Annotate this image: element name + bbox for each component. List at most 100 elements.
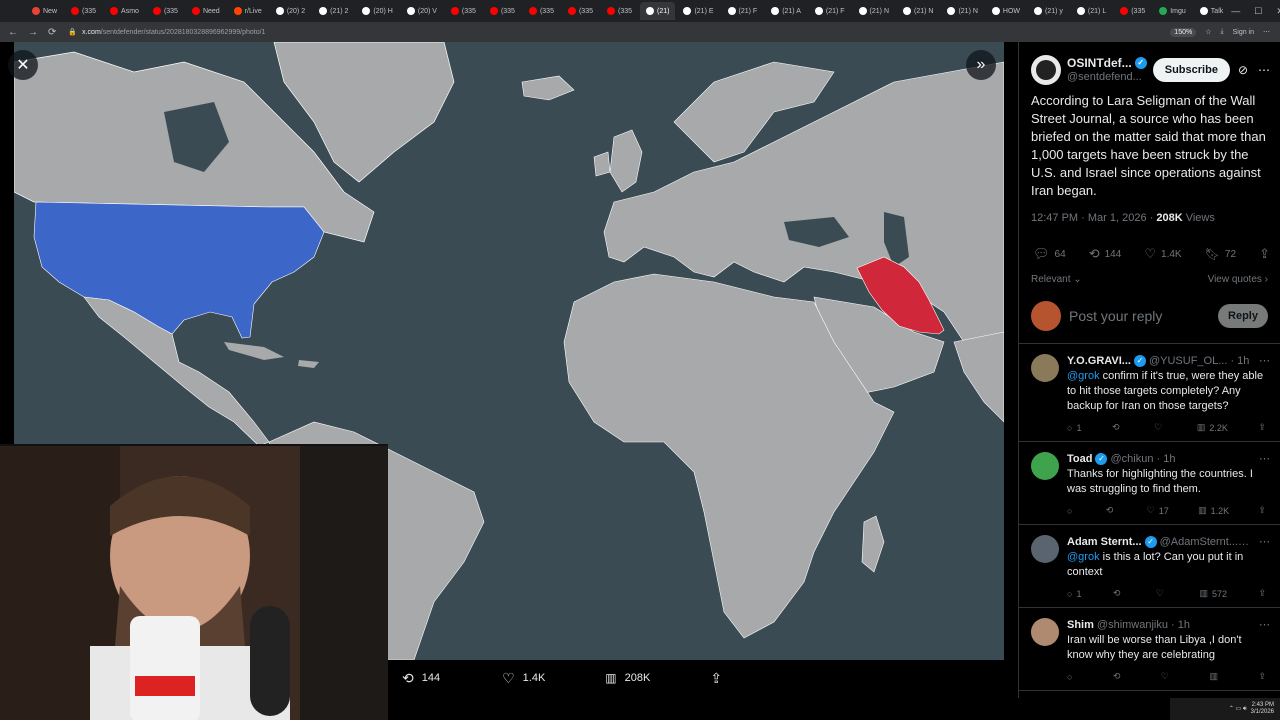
- grok-icon[interactable]: ⊘: [1238, 63, 1248, 77]
- sign-in-button[interactable]: Sign in: [1233, 29, 1254, 36]
- browser-tab[interactable]: (335: [445, 2, 482, 20]
- close-window-icon[interactable]: ✕: [1276, 6, 1280, 17]
- avatar[interactable]: [1031, 618, 1059, 646]
- reply-like-button[interactable]: ♡: [1154, 422, 1166, 433]
- tray-icons[interactable]: ⌃ ▭ 🔊︎: [1229, 705, 1247, 713]
- browser-tab[interactable]: (21) y: [1028, 2, 1069, 20]
- browser-tab[interactable]: (21) L: [1071, 2, 1112, 20]
- more-icon[interactable]: ⋯: [1255, 452, 1270, 465]
- avatar[interactable]: [1031, 55, 1061, 85]
- reply-stat[interactable]: 💬︎ 64: [1033, 246, 1066, 262]
- reply-button[interactable]: Reply: [1218, 304, 1268, 328]
- reply-repost-button[interactable]: ⟲: [1113, 588, 1125, 599]
- browser-tab[interactable]: (21) N: [941, 2, 983, 20]
- reply-views-button[interactable]: ▥ 1.2K: [1198, 505, 1229, 516]
- more-icon[interactable]: ⋯: [1255, 535, 1270, 548]
- browser-tab[interactable]: (21) F: [809, 2, 851, 20]
- reply-author-name[interactable]: Shim: [1067, 619, 1094, 631]
- browser-tab[interactable]: Imgu: [1153, 2, 1192, 20]
- browser-tab[interactable]: (21) E: [677, 2, 719, 20]
- browser-tab[interactable]: (335: [484, 2, 521, 20]
- post-time[interactable]: 12:47 PM · Mar 1, 2026 ·: [1031, 212, 1156, 224]
- share-stat[interactable]: ⇪: [1259, 246, 1270, 262]
- reply-item[interactable]: Toad ✓ @chikun · 1h ⋯ Thanks for highlightin…: [1019, 442, 1280, 525]
- views-button[interactable]: ▥ 208K: [605, 671, 650, 685]
- reply-views-button[interactable]: ▥ 2.2K: [1197, 422, 1228, 433]
- forward-icon[interactable]: →: [28, 27, 38, 38]
- browser-tab[interactable]: r/Live: [228, 2, 268, 20]
- reply-author-name[interactable]: Adam Sternt...: [1067, 536, 1142, 548]
- browser-tab[interactable]: (21) F: [722, 2, 764, 20]
- view-quotes-link[interactable]: View quotes ›: [1208, 274, 1268, 285]
- browser-tab[interactable]: Asmo: [104, 2, 145, 20]
- avatar[interactable]: [1031, 354, 1059, 382]
- reply-like-button[interactable]: ♡: [1161, 671, 1173, 682]
- avatar[interactable]: [1031, 452, 1059, 480]
- repost-stat[interactable]: ⟲ 144: [1089, 246, 1122, 262]
- browser-tab[interactable]: HOW: [986, 2, 1026, 20]
- browser-tab[interactable]: (335: [65, 2, 102, 20]
- browser-tab[interactable]: Need: [186, 2, 226, 20]
- double-chevron-right-icon[interactable]: »: [966, 50, 996, 80]
- reply-reply-button[interactable]: ○: [1067, 671, 1076, 682]
- browser-tab[interactable]: (335: [601, 2, 638, 20]
- avatar[interactable]: [1031, 535, 1059, 563]
- reload-icon[interactable]: ⟳: [48, 27, 56, 38]
- author-handle[interactable]: @sentdefend...: [1067, 70, 1153, 84]
- reply-views-button[interactable]: ▥ 572: [1199, 588, 1227, 599]
- browser-tab[interactable]: (21) 2: [313, 2, 354, 20]
- reply-author-name[interactable]: Toad: [1067, 453, 1092, 465]
- reply-reply-button[interactable]: ○ 1: [1067, 422, 1081, 433]
- reply-share-button[interactable]: ⇪: [1258, 588, 1266, 599]
- browser-tab[interactable]: (335: [147, 2, 184, 20]
- reply-repost-button[interactable]: ⟲: [1106, 505, 1118, 516]
- reply-reply-button[interactable]: ○ 1: [1067, 588, 1081, 599]
- bookmark-stat[interactable]: 🔖︎ 72: [1205, 246, 1236, 262]
- like-stat[interactable]: ♡ 1.4K: [1144, 246, 1181, 262]
- browser-tab[interactable]: (21) N: [853, 2, 895, 20]
- back-icon[interactable]: ←: [8, 27, 18, 38]
- mention-link[interactable]: @grok: [1067, 551, 1100, 563]
- browser-tab[interactable]: New: [26, 2, 63, 20]
- maximize-icon[interactable]: ☐: [1254, 6, 1262, 17]
- reply-like-button[interactable]: ♡: [1156, 588, 1168, 599]
- reply-reply-button[interactable]: ○: [1067, 505, 1076, 516]
- reply-share-button[interactable]: ⇪: [1258, 422, 1266, 433]
- browser-tab[interactable]: (21): [640, 2, 676, 20]
- reply-repost-button[interactable]: ⟲: [1113, 671, 1125, 682]
- zoom-level[interactable]: 150%: [1170, 27, 1197, 37]
- reply-views-button[interactable]: ▥: [1209, 671, 1222, 682]
- sort-dropdown[interactable]: Relevant ⌄: [1031, 274, 1082, 285]
- share-button[interactable]: ⇪: [710, 670, 722, 687]
- browser-tab[interactable]: (20) V: [401, 2, 443, 20]
- more-icon[interactable]: ⋯: [1255, 354, 1270, 367]
- browser-tab[interactable]: (20) 2: [270, 2, 311, 20]
- subscribe-button[interactable]: Subscribe: [1152, 58, 1230, 82]
- reply-item[interactable]: Adam Sternt... ✓ @AdamSternt... · 1h ⋯ @grok…: [1019, 525, 1280, 608]
- reply-author-name[interactable]: Y.O.GRAVI...: [1067, 355, 1131, 367]
- browser-tab[interactable]: (21) A: [765, 2, 807, 20]
- mention-link[interactable]: @grok: [1067, 370, 1100, 382]
- reply-share-button[interactable]: ⇪: [1258, 505, 1266, 516]
- like-button[interactable]: ♡ 1.4K: [502, 670, 545, 687]
- browser-tab[interactable]: (21) N: [897, 2, 939, 20]
- browser-tab[interactable]: (335: [523, 2, 560, 20]
- browser-tab[interactable]: (20) H: [356, 2, 398, 20]
- star-icon[interactable]: ☆: [1205, 28, 1211, 36]
- reply-repost-button[interactable]: ⟲: [1112, 422, 1124, 433]
- author-name[interactable]: OSINTdef...: [1067, 56, 1132, 70]
- reply-share-button[interactable]: ⇪: [1258, 671, 1266, 682]
- more-icon[interactable]: ⋯: [1258, 63, 1270, 77]
- minimize-icon[interactable]: —: [1231, 6, 1240, 17]
- menu-icon[interactable]: ⋯: [1263, 28, 1270, 36]
- reply-item[interactable]: Y.O.GRAVI... ✓ @YUSUF_OL... · 1h ⋯ @grok con…: [1019, 344, 1280, 442]
- browser-tab[interactable]: (335: [562, 2, 599, 20]
- repost-button[interactable]: ⟲ 144: [402, 670, 440, 687]
- reply-input[interactable]: Post your reply: [1069, 308, 1218, 324]
- close-icon[interactable]: ✕: [8, 50, 38, 80]
- reply-item[interactable]: Shim @shimwanjiku · 1h ⋯ Iran will be worse…: [1019, 608, 1280, 691]
- browser-tab[interactable]: (335: [1114, 2, 1151, 20]
- browser-tab[interactable]: Talk: [1194, 2, 1229, 20]
- reply-like-button[interactable]: ♡ 17: [1147, 505, 1169, 516]
- more-icon[interactable]: ⋯: [1255, 618, 1270, 631]
